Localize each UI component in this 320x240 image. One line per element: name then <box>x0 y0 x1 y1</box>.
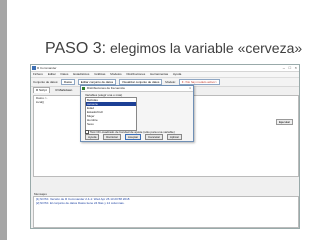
accent-bar <box>0 0 7 240</box>
menu-item[interactable]: Gráficas <box>94 72 105 76</box>
dialog-title: Distribuciones de frecuencia <box>87 86 125 90</box>
cancel-button[interactable]: Cancelar <box>145 134 164 140</box>
frequency-dialog: Distribuciones de frecuencia × Variables… <box>80 85 194 142</box>
close-icon[interactable]: × <box>295 65 297 71</box>
minimize-icon[interactable]: – <box>283 65 285 71</box>
tab-r-markdown[interactable]: R Markdown <box>54 88 75 93</box>
menu-item[interactable]: Ayuda <box>173 72 181 76</box>
slide-title-rest: elegimos la variable «cerveza» <box>106 40 303 56</box>
help-button[interactable]: Ayuda <box>85 134 100 140</box>
menu-item[interactable]: Herramientas <box>150 72 168 76</box>
menu-item[interactable]: Fichero <box>33 72 43 76</box>
r-app-icon <box>32 66 36 70</box>
dialog-close-icon[interactable]: × <box>189 86 191 91</box>
window-title: R Commander <box>37 66 57 70</box>
slide-title: PASO 3: elegimos la variable «cerveza» <box>45 40 302 58</box>
message-line: [2] NOTA: El conjunto de datos Datos tie… <box>36 201 125 205</box>
run-button[interactable]: Ejecutar <box>275 119 293 125</box>
accept-button[interactable]: Aceptar <box>124 134 142 140</box>
messages-panel: [1] NOTA: Versión de R Commander 2.4-1: … <box>33 196 299 228</box>
reset-button[interactable]: Reiniciar <box>103 134 121 140</box>
dataset-value[interactable]: Datos <box>61 79 75 85</box>
dialog-buttons: Ayuda Reiniciar Aceptar Cancelar Aplicar <box>85 134 185 140</box>
window-titlebar: R Commander – □ × <box>31 65 299 72</box>
variables-listbox[interactable]: Bebidas cerveza Edad Estado/Civil Mujer … <box>85 97 137 131</box>
dialog-titlebar: Distribuciones de frecuencia × <box>81 86 193 92</box>
variable-item[interactable]: Sexo <box>86 122 136 126</box>
tab-r-script[interactable]: R Script <box>33 87 50 93</box>
menu-item[interactable]: Estadísticos <box>73 72 89 76</box>
menu-item[interactable]: Distribuciones <box>126 72 145 76</box>
slide-title-prefix: PASO 3: <box>45 40 107 57</box>
apply-button[interactable]: Aplicar <box>166 134 183 140</box>
dataset-button[interactable]: Conjunto de datos: <box>33 78 58 86</box>
menu-item[interactable]: Editar <box>48 72 56 76</box>
dialog-app-icon <box>82 87 85 90</box>
menu-item[interactable]: Datos <box>61 72 69 76</box>
slide: PASO 3: elegimos la variable «cerveza» R… <box>0 0 320 240</box>
menu-item[interactable]: Modelos <box>110 72 121 76</box>
maximize-icon[interactable]: □ <box>289 65 291 71</box>
